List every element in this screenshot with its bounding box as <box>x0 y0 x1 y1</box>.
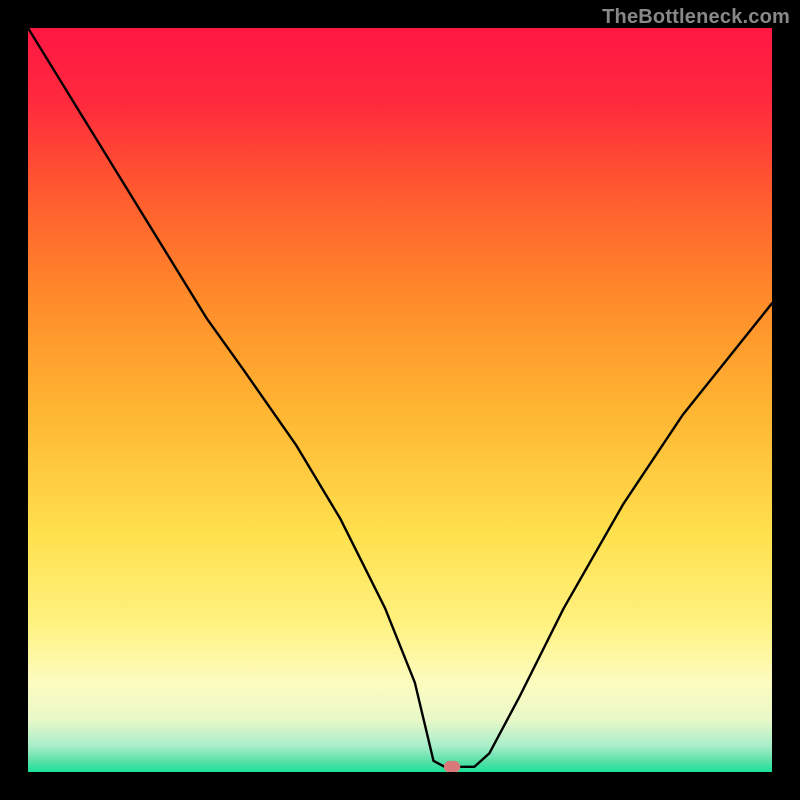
watermark-text: TheBottleneck.com <box>602 6 790 29</box>
plot-area <box>28 28 772 772</box>
chart-svg <box>28 28 772 772</box>
chart-container: TheBottleneck.com <box>0 0 800 800</box>
optimal-marker <box>444 761 460 772</box>
chart-background <box>28 28 772 772</box>
